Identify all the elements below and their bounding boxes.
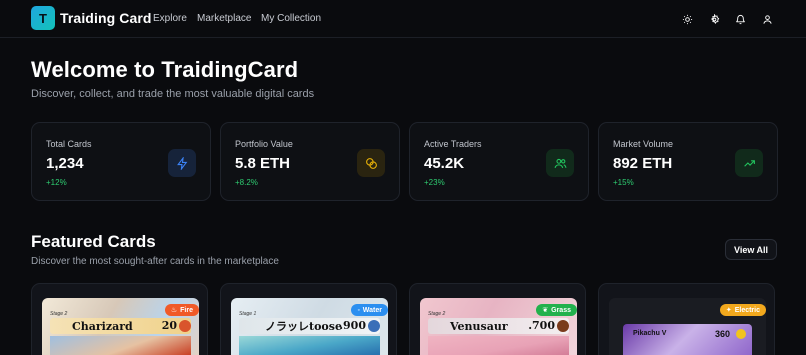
- fire-energy-icon: [179, 320, 191, 332]
- type-badge-fire: ♨ Fire: [164, 304, 199, 316]
- sun-icon[interactable]: [680, 12, 694, 26]
- card-name: Pikachu V: [633, 330, 667, 337]
- card-hp: .700: [528, 319, 555, 332]
- brand-name[interactable]: Traiding Card: [60, 10, 152, 26]
- top-nav: T Traiding Card Explore Marketplace My C…: [0, 0, 806, 38]
- stat-value: 892 ETH: [613, 155, 673, 172]
- stat-delta: +15%: [613, 178, 634, 187]
- stat-delta: +12%: [46, 178, 67, 187]
- droplet-icon: ◦: [357, 306, 360, 314]
- nav-explore[interactable]: Explore: [153, 13, 187, 24]
- logo[interactable]: T: [31, 6, 55, 30]
- type-badge-electric: ✦ Electric: [719, 304, 766, 316]
- type-badge-grass: ❦ Grass: [536, 304, 577, 316]
- stat-value: 45.2K: [424, 155, 465, 172]
- electric-energy-icon: [736, 329, 746, 339]
- water-energy-icon: [368, 320, 380, 332]
- flame-icon: ♨: [170, 307, 178, 314]
- nav-marketplace[interactable]: Marketplace: [197, 13, 251, 24]
- stat-label: Active Traders: [424, 139, 482, 149]
- card-stage: Stage 1: [239, 311, 257, 317]
- type-badge-water: ◦ Water: [351, 304, 388, 316]
- stat-card-portfolio-value: Portfolio Value 5.8 ETH +8.2%: [220, 122, 400, 201]
- card-hp: 360: [714, 329, 730, 339]
- card-illustration: Pikachu V 360: [623, 324, 752, 355]
- bell-icon[interactable]: [733, 12, 747, 26]
- nav-my-collection[interactable]: My Collection: [261, 13, 321, 24]
- card-venusaur[interactable]: Stage 2 Venusaur .700 ❦ Grass: [409, 283, 586, 355]
- stat-delta: +23%: [424, 178, 445, 187]
- stat-label: Total Cards: [46, 139, 92, 149]
- stat-label: Portfolio Value: [235, 139, 293, 149]
- stat-label: Market Volume: [613, 139, 674, 149]
- coins-icon: [357, 149, 385, 177]
- card-illustration: [428, 336, 569, 355]
- stat-card-total-cards: Total Cards 1,234 +12%: [31, 122, 211, 201]
- user-icon[interactable]: [760, 12, 774, 26]
- card-stage: Stage 2: [50, 311, 68, 317]
- card-illustration: [239, 336, 380, 355]
- grass-energy-icon: [557, 320, 569, 332]
- featured-subtitle: Discover the most sought-after cards in …: [31, 256, 279, 267]
- featured-title: Featured Cards: [31, 232, 156, 251]
- card-hp: .900: [339, 319, 366, 332]
- trending-up-icon: [735, 149, 763, 177]
- settings-icon[interactable]: [707, 12, 721, 26]
- card-hp: 20: [161, 319, 177, 332]
- card-charizard[interactable]: Stage 2 Charizard 20 ♨ Fire: [31, 283, 208, 355]
- stat-card-market-volume: Market Volume 892 ETH +15%: [598, 122, 778, 201]
- page-title: Welcome to TraidingCard: [31, 57, 299, 82]
- stat-card-active-traders: Active Traders 45.2K +23%: [409, 122, 589, 201]
- stat-delta: +8.2%: [235, 178, 258, 187]
- leaf-icon: ❦: [542, 307, 549, 314]
- card-illustration: [50, 336, 191, 355]
- view-all-button[interactable]: View All: [725, 239, 777, 260]
- stat-value: 1,234: [46, 155, 84, 172]
- users-icon: [546, 149, 574, 177]
- bolt-icon: ✦: [725, 307, 732, 314]
- page-subtitle: Discover, collect, and trade the most va…: [31, 88, 315, 100]
- card-water[interactable]: Stage 1 ノラッレtoose .900 ◦ Water: [220, 283, 397, 355]
- stat-value: 5.8 ETH: [235, 155, 291, 172]
- card-stage: Stage 2: [428, 311, 446, 317]
- lightning-icon: [168, 149, 196, 177]
- card-electric[interactable]: Pikachu V 360 ✦ Electric: [598, 283, 775, 355]
